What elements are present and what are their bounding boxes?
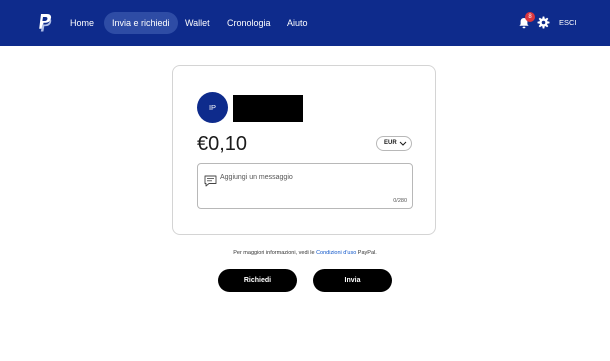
chevron-down-icon — [399, 141, 407, 146]
terms-info-suffix: PayPal. — [357, 250, 377, 256]
nav-home[interactable]: Home — [62, 12, 102, 34]
terms-info: Per maggiori informazioni, vedi le Condi… — [0, 249, 610, 257]
request-button[interactable]: Richiedi — [218, 269, 297, 292]
gear-icon[interactable] — [537, 16, 550, 29]
amount-value[interactable]: €0,10 — [197, 132, 247, 156]
nav-invia-e-richiedi[interactable]: Invia e richiedi — [104, 12, 178, 34]
message-field[interactable]: Aggiungi un messaggio 0/280 — [197, 163, 413, 209]
logout-link[interactable]: ESCI — [559, 17, 577, 29]
character-counter: 0/280 — [393, 198, 407, 204]
avatar: IP — [197, 92, 228, 123]
nav-aiuto[interactable]: Aiuto — [279, 12, 316, 34]
message-placeholder: Aggiungi un messaggio — [220, 174, 293, 181]
nav-wallet[interactable]: Wallet — [177, 12, 218, 34]
paypal-logo-icon[interactable] — [38, 13, 52, 33]
terms-link[interactable]: Condizioni d'uso — [316, 250, 356, 256]
currency-selector[interactable]: EUR — [376, 136, 412, 151]
top-navigation-bar: Home Invia e richiedi Wallet Cronologia … — [0, 0, 610, 46]
redacted-recipient-name — [233, 95, 303, 122]
send-button[interactable]: Invia — [313, 269, 392, 292]
send-money-card: IP €0,10 EUR Aggiungi un messaggio 0/280 — [172, 65, 436, 235]
currency-label: EUR — [384, 140, 397, 146]
notification-badge: 8 — [525, 12, 535, 22]
message-icon — [204, 175, 217, 187]
nav-cronologia[interactable]: Cronologia — [219, 12, 279, 34]
terms-info-prefix: Per maggiori informazioni, vedi le — [233, 250, 315, 256]
